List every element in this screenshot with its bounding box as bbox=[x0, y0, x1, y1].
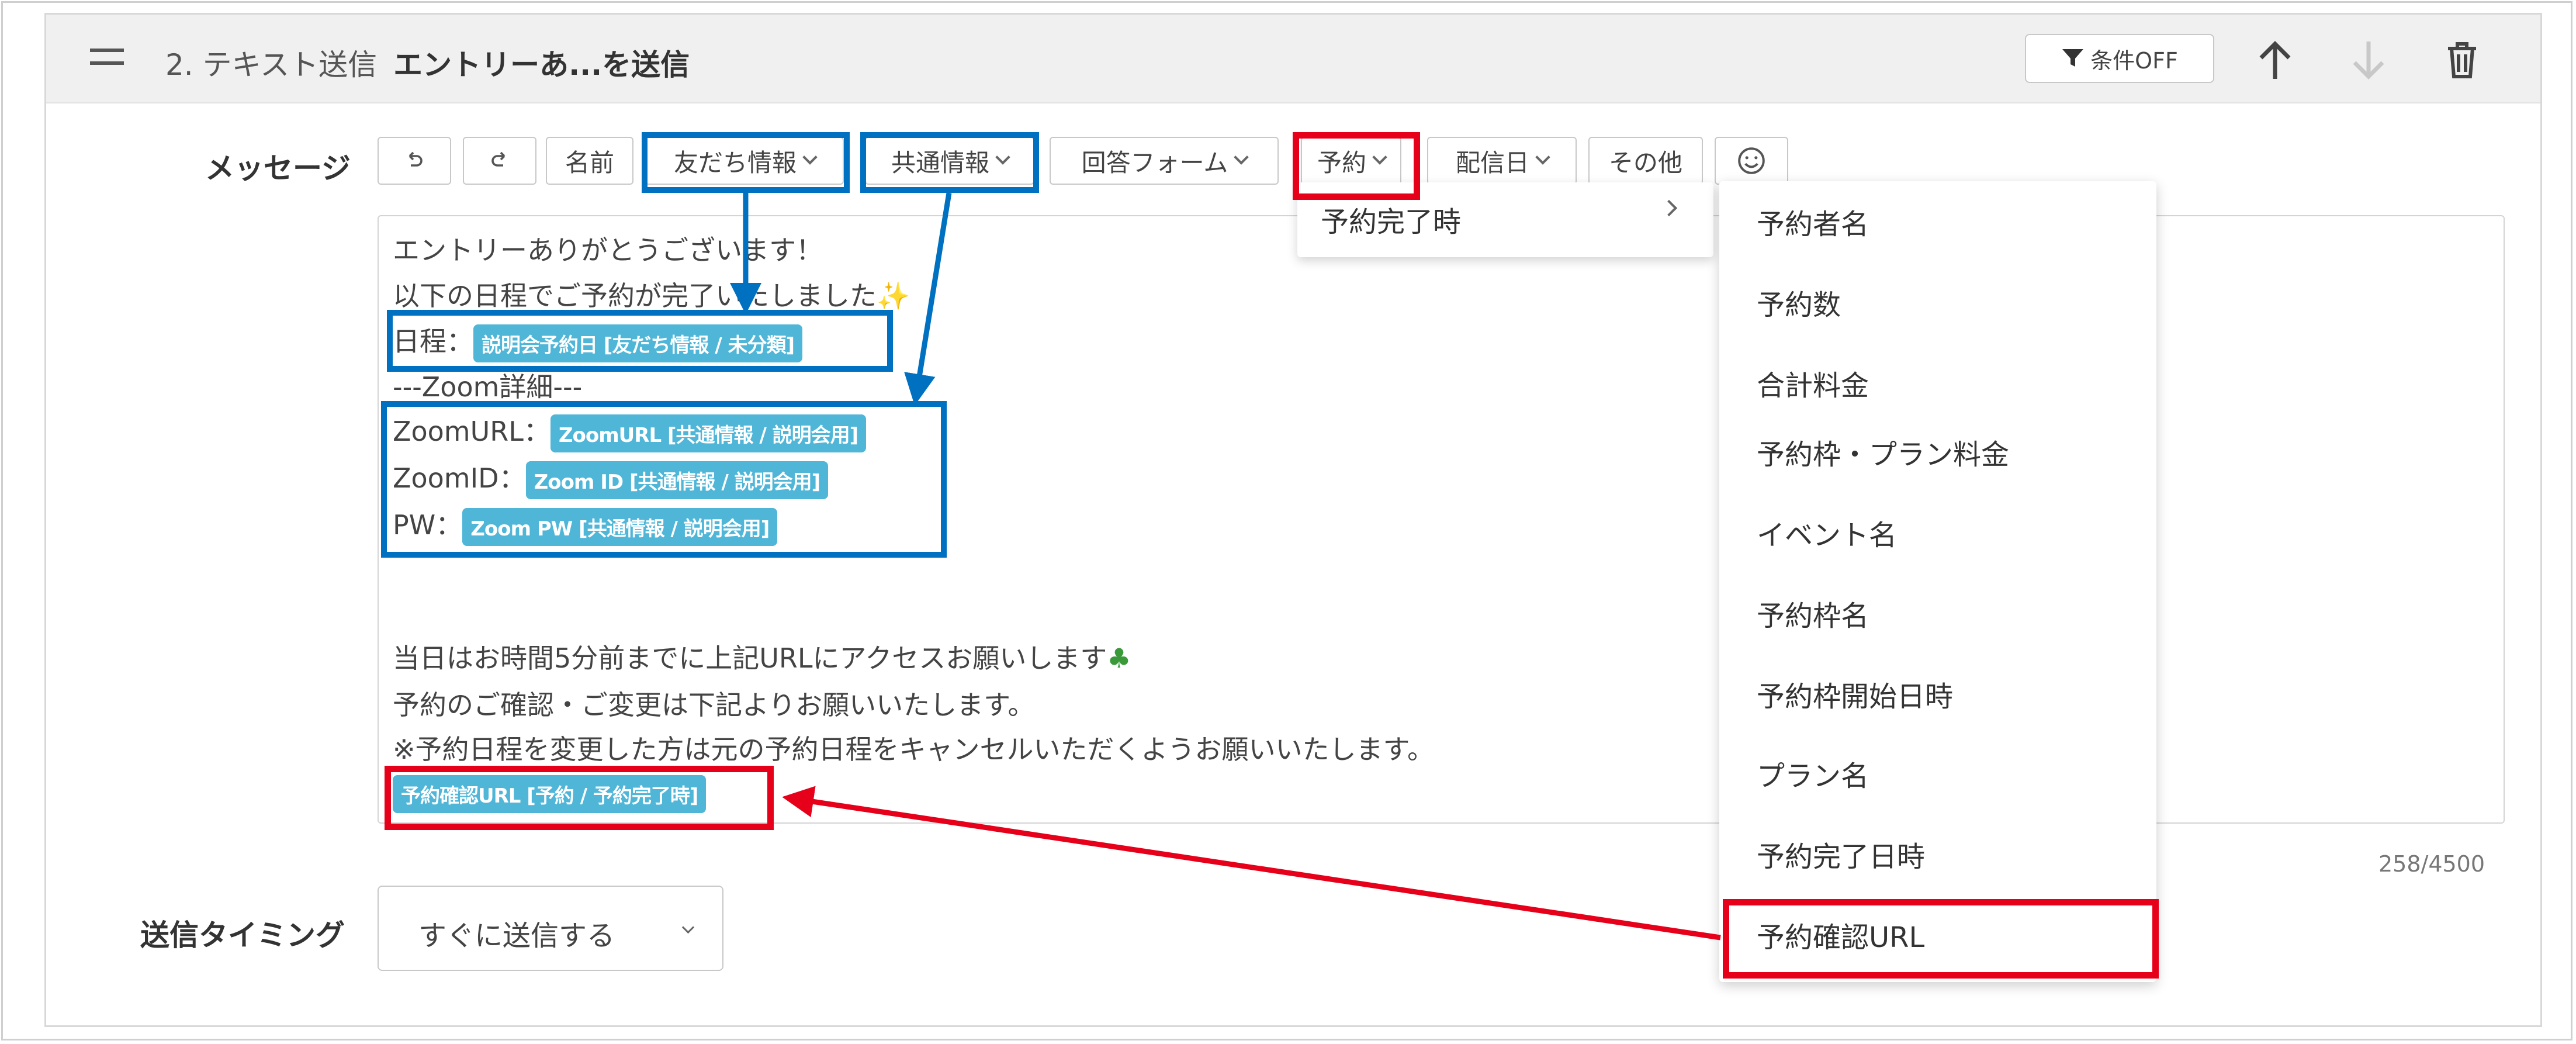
timing-label: 送信タイミング bbox=[140, 918, 345, 952]
move-up-icon[interactable] bbox=[2252, 37, 2298, 84]
emoji-button[interactable] bbox=[1715, 137, 1788, 185]
submenu-item-reservation-complete[interactable]: 予約完了時 bbox=[1321, 199, 1461, 240]
step-name: エントリーあ...を送信 bbox=[393, 48, 690, 82]
reservation-fields-menu: 予約者名 予約数 合計料金 予約枠・プラン料金 イベント名 予約枠名 予約枠開始… bbox=[1719, 181, 2156, 982]
filter-icon bbox=[2062, 49, 2084, 67]
menu-item-reservation-count[interactable]: 予約数 bbox=[1757, 282, 1841, 323]
drag-handle-icon[interactable] bbox=[90, 49, 124, 66]
condition-toggle-label: 条件OFF bbox=[2090, 47, 2178, 74]
message-editor[interactable]: エントリーありがとうございます！ 以下の日程でご予約が完了いたしました✨ 日程：… bbox=[378, 215, 2505, 824]
delivery-date-dropdown[interactable]: 配信日 bbox=[1427, 137, 1577, 185]
timing-select[interactable]: すぐに送信する bbox=[378, 886, 723, 971]
other-dropdown[interactable]: その他 bbox=[1588, 137, 1703, 185]
text-line: ---Zoom詳細--- bbox=[393, 371, 583, 403]
insert-name-button[interactable]: 名前 bbox=[546, 137, 633, 185]
chevron-down-icon bbox=[681, 921, 695, 934]
text-line: 日程： 説明会予約日 [友だち情報 / 未分類] bbox=[393, 320, 803, 362]
menu-item-total-price[interactable]: 合計料金 bbox=[1757, 362, 1869, 403]
reservation-submenu: 予約完了時 bbox=[1297, 182, 1713, 257]
chevron-down-icon bbox=[802, 150, 818, 165]
menu-item-slot-plan-price[interactable]: 予約枠・プラン料金 bbox=[1757, 431, 2009, 472]
character-count: 258/4500 bbox=[2378, 851, 2485, 877]
text-line: ※予約日程を変更した方は元の予約日程をキャンセルいただくようお願いいたします。 bbox=[393, 734, 1434, 765]
text-line: 以下の日程でご予約が完了いたしました✨ bbox=[393, 280, 910, 312]
chevron-down-icon bbox=[995, 150, 1010, 165]
chevron-right-icon bbox=[1660, 199, 1678, 217]
text-line: 当日はお時間5分前までに上記URLにアクセスお願いします♣ bbox=[393, 642, 1131, 674]
text-line: ZoomURL： ZoomURL [共通情報 / 説明会用] bbox=[393, 410, 867, 452]
variable-tag[interactable]: Zoom PW [共通情報 / 説明会用] bbox=[462, 508, 778, 546]
redo-button[interactable] bbox=[463, 137, 536, 185]
chevron-down-icon bbox=[1234, 150, 1249, 165]
redo-icon bbox=[491, 151, 505, 167]
undo-icon bbox=[408, 151, 423, 167]
common-info-dropdown[interactable]: 共通情報 bbox=[865, 137, 1034, 185]
answer-form-dropdown[interactable]: 回答フォーム bbox=[1050, 137, 1279, 185]
trash-icon[interactable] bbox=[2439, 37, 2485, 84]
step-number: 2. テキスト送信 bbox=[165, 48, 378, 82]
step-title: 2. テキスト送信 エントリーあ...を送信 bbox=[165, 42, 690, 84]
friend-info-dropdown[interactable]: 友だち情報 bbox=[645, 137, 844, 185]
menu-item-slot-name[interactable]: 予約枠名 bbox=[1757, 593, 1869, 634]
smile-icon bbox=[1738, 147, 1765, 174]
text-line: 予約確認URL [予約 / 予約完了時] bbox=[393, 775, 707, 813]
reservation-dropdown[interactable]: 予約 bbox=[1301, 137, 1401, 185]
timing-value: すぐに送信する bbox=[418, 919, 615, 952]
variable-tag[interactable]: 説明会予約日 [友だち情報 / 未分類] bbox=[473, 324, 803, 362]
menu-item-slot-start-datetime[interactable]: 予約枠開始日時 bbox=[1757, 673, 1953, 714]
text-line: 予約のご確認・ご変更は下記よりお願いいたします。 bbox=[393, 689, 1035, 721]
menu-item-confirmation-url[interactable]: 予約確認URL bbox=[1757, 914, 1924, 955]
move-down-icon[interactable] bbox=[2345, 37, 2392, 84]
variable-tag[interactable]: ZoomURL [共通情報 / 説明会用] bbox=[550, 414, 867, 452]
text-line: エントリーありがとうございます！ bbox=[393, 234, 823, 266]
text-line: ZoomID： Zoom ID [共通情報 / 説明会用] bbox=[393, 457, 829, 499]
variable-tag[interactable]: 予約確認URL [予約 / 予約完了時] bbox=[393, 775, 707, 813]
text-line: PW： Zoom PW [共通情報 / 説明会用] bbox=[393, 504, 778, 546]
sparkles-icon: ✨ bbox=[877, 280, 910, 312]
message-label: メッセージ bbox=[205, 151, 351, 185]
menu-item-reserver-name[interactable]: 予約者名 bbox=[1757, 201, 1869, 242]
clover-icon: ♣ bbox=[1107, 642, 1131, 674]
menu-item-plan-name[interactable]: プラン名 bbox=[1757, 753, 1869, 794]
step-header: 2. テキスト送信 エントリーあ...を送信 条件OFF bbox=[46, 15, 2540, 103]
condition-toggle-button[interactable]: 条件OFF bbox=[2025, 34, 2214, 83]
menu-item-event-name[interactable]: イベント名 bbox=[1757, 512, 1897, 553]
variable-tag[interactable]: Zoom ID [共通情報 / 説明会用] bbox=[525, 461, 829, 499]
menu-item-completed-datetime[interactable]: 予約完了日時 bbox=[1757, 834, 1925, 874]
undo-button[interactable] bbox=[378, 137, 451, 185]
chevron-down-icon bbox=[1535, 150, 1550, 165]
chevron-down-icon bbox=[1372, 150, 1387, 165]
